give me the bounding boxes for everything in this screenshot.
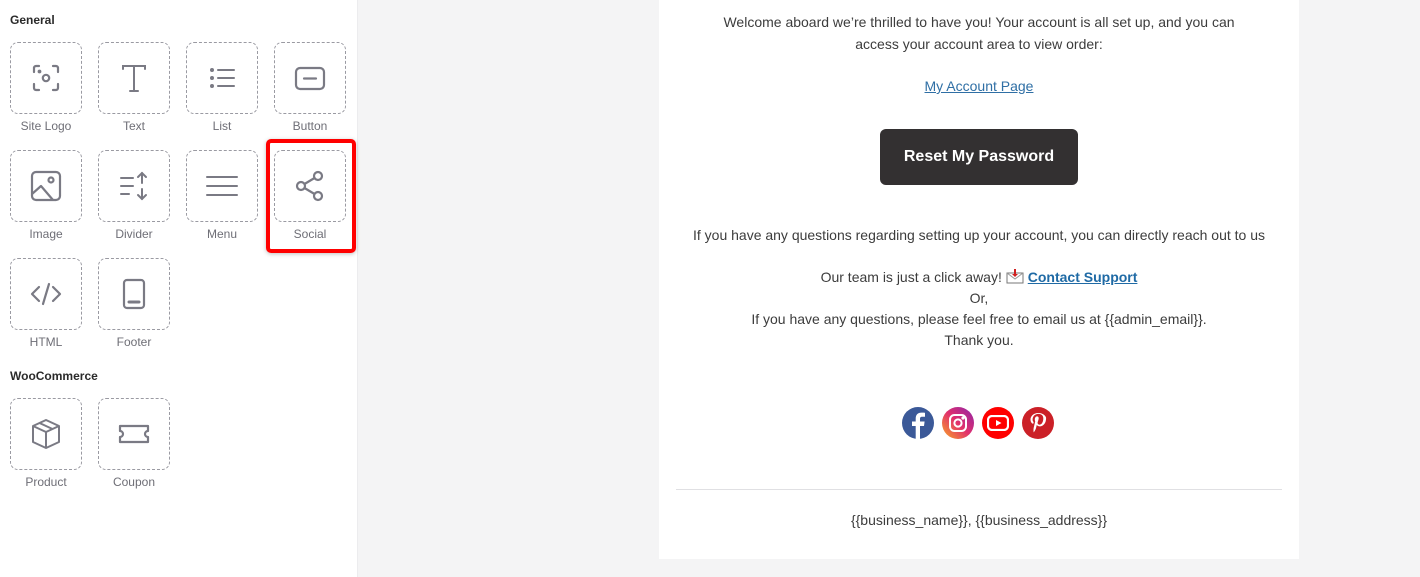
button-icon — [294, 66, 326, 91]
block-label: Image — [29, 227, 63, 241]
code-icon — [30, 282, 62, 306]
my-account-link[interactable]: My Account Page — [925, 78, 1034, 94]
admin-email-text: If you have any questions, please feel f… — [751, 311, 1207, 327]
block-footer[interactable] — [98, 258, 170, 330]
block-label: HTML — [29, 335, 63, 349]
thanks-text: Thank you. — [944, 332, 1014, 348]
block-menu[interactable] — [186, 150, 258, 222]
block-label: Button — [292, 119, 328, 133]
block-label: Text — [122, 119, 145, 133]
youtube-icon[interactable] — [982, 407, 1014, 439]
footer-icon — [122, 278, 146, 310]
divider-icon — [120, 171, 147, 201]
block-label: Footer — [116, 335, 152, 349]
section-title-general: General — [10, 13, 55, 27]
ticket-icon — [118, 424, 150, 444]
block-label: Divider — [115, 227, 153, 241]
block-label: List — [212, 119, 232, 133]
block-list[interactable] — [186, 42, 258, 114]
questions-text: If you have any questions regarding sett… — [692, 227, 1265, 243]
block-product[interactable] — [10, 398, 82, 470]
block-divider[interactable] — [98, 150, 170, 222]
envelope-icon — [1006, 269, 1024, 284]
site-logo-icon — [32, 64, 60, 92]
contact-support-link[interactable]: Contact Support — [1028, 269, 1138, 285]
block-coupon[interactable] — [98, 398, 170, 470]
block-label: Site Logo — [20, 119, 72, 133]
welcome-line-2: access your account area to view order: — [855, 36, 1103, 52]
block-label: Menu — [206, 227, 238, 241]
section-title-woocommerce: WooCommerce — [10, 369, 98, 383]
team-text: Our team is just a click away! — [820, 269, 1002, 285]
menu-icon — [206, 176, 238, 196]
block-label: Product — [25, 475, 67, 489]
block-label: Coupon — [112, 475, 156, 489]
box-icon — [32, 419, 60, 449]
footer-divider — [676, 489, 1282, 490]
or-text: Or, — [969, 290, 989, 306]
block-site-logo[interactable] — [10, 42, 82, 114]
instagram-icon[interactable] — [942, 407, 974, 439]
blocks-sidebar: General Site Logo Text List Button Image… — [0, 0, 358, 577]
welcome-line-1: Welcome aboard we’re thrilled to have yo… — [723, 14, 1235, 30]
block-button[interactable] — [274, 42, 346, 114]
facebook-icon[interactable] — [902, 407, 934, 439]
image-icon — [30, 170, 62, 202]
social-block-highlight — [266, 139, 356, 253]
block-html[interactable] — [10, 258, 82, 330]
footer-business-text: {{business_name}}, {{business_address}} — [850, 512, 1108, 528]
list-icon — [210, 68, 235, 88]
block-text[interactable] — [98, 42, 170, 114]
text-icon — [122, 65, 146, 92]
pinterest-icon[interactable] — [1022, 407, 1054, 439]
block-image[interactable] — [10, 150, 82, 222]
reset-password-button[interactable]: Reset My Password — [880, 129, 1078, 185]
email-preview: Welcome aboard we’re thrilled to have yo… — [659, 0, 1299, 559]
